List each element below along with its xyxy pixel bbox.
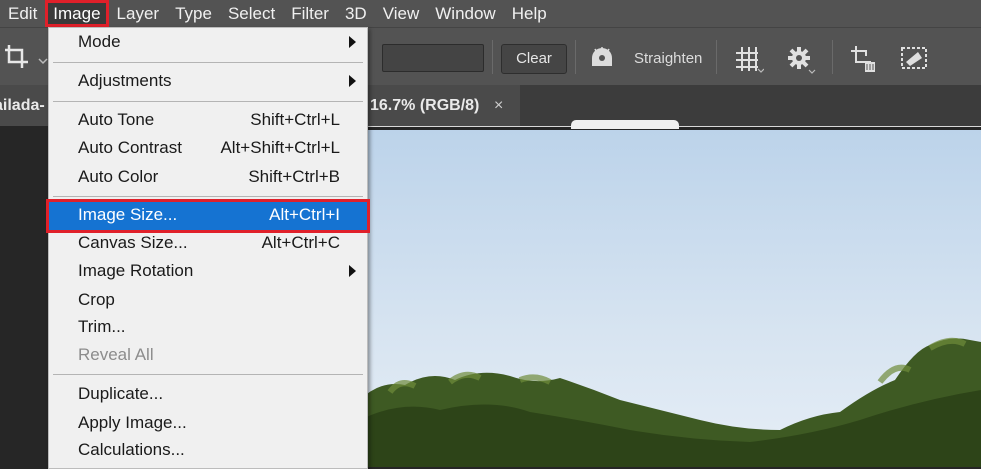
- menu-window[interactable]: Window: [427, 0, 503, 27]
- crop-handle-top[interactable]: [571, 120, 679, 129]
- menu-separator: [53, 196, 363, 197]
- menu-item-trim[interactable]: Trim...: [49, 314, 367, 342]
- menu-type[interactable]: Type: [167, 0, 220, 27]
- menu-item-shortcut: Alt+Shift+Ctrl+L: [220, 138, 340, 157]
- menu-item-auto-tone[interactable]: Auto Tone Shift+Ctrl+L: [49, 107, 367, 135]
- menu-edit[interactable]: Edit: [0, 0, 45, 27]
- menu-item-label: Crop: [78, 290, 115, 309]
- menu-separator: [53, 62, 363, 63]
- chevron-down-icon[interactable]: [38, 52, 48, 70]
- separator: [575, 40, 576, 74]
- menu-item-shortcut: Shift+Ctrl+L: [250, 110, 340, 129]
- tab-title: 16.7% (RGB/8): [370, 97, 480, 114]
- separator: [832, 40, 833, 74]
- menu-separator: [53, 101, 363, 102]
- tab-title: ailada-: [0, 97, 45, 114]
- menu-item-duplicate[interactable]: Duplicate...: [49, 381, 367, 409]
- menu-item-apply-image[interactable]: Apply Image...: [49, 410, 367, 438]
- menu-help[interactable]: Help: [504, 0, 555, 27]
- menu-bar: Edit Image Layer Type Select Filter 3D V…: [0, 0, 981, 27]
- menu-item-label: Trim...: [78, 317, 126, 336]
- separator: [716, 40, 717, 74]
- menu-item-shortcut: Alt+Ctrl+C: [261, 233, 340, 252]
- tab-document-partial[interactable]: ailada-: [0, 85, 48, 126]
- menu-item-shortcut: Alt+Ctrl+I: [269, 205, 340, 224]
- menu-separator: [53, 374, 363, 375]
- menu-filter[interactable]: Filter: [283, 0, 337, 27]
- menu-item-adjustments[interactable]: Adjustments: [49, 68, 367, 96]
- menu-item-label: Auto Color: [78, 167, 159, 186]
- submenu-arrow-icon: [349, 265, 356, 277]
- menu-item-label: Image Size...: [78, 205, 178, 224]
- menu-item-label: Auto Contrast: [78, 138, 182, 157]
- menu-item-image-rotation[interactable]: Image Rotation: [49, 258, 367, 286]
- menu-item-label: Apply Image...: [78, 413, 187, 432]
- menu-item-label: Calculations...: [78, 440, 185, 459]
- menu-item-reveal-all: Reveal All: [49, 342, 367, 370]
- close-icon[interactable]: ×: [494, 85, 503, 126]
- photo-canvas[interactable]: [360, 130, 981, 467]
- gear-icon[interactable]: [787, 46, 817, 79]
- submenu-arrow-icon: [349, 75, 356, 87]
- menu-item-label: Reveal All: [78, 345, 154, 364]
- separator: [492, 40, 493, 74]
- menu-item-label: Mode: [78, 32, 121, 51]
- content-aware-icon[interactable]: [898, 44, 930, 77]
- clear-button[interactable]: Clear: [501, 44, 567, 74]
- delete-cropped-pixels-icon[interactable]: [849, 44, 879, 79]
- menu-item-label: Canvas Size...: [78, 233, 188, 252]
- menu-view[interactable]: View: [375, 0, 428, 27]
- ratio-field[interactable]: [382, 44, 484, 72]
- menu-item-label: Adjustments: [78, 71, 172, 90]
- menu-item-auto-color[interactable]: Auto Color Shift+Ctrl+B: [49, 164, 367, 192]
- menu-item-image-size[interactable]: Image Size... Alt+Ctrl+I: [46, 199, 370, 233]
- menu-item-calculations[interactable]: Calculations...: [49, 437, 367, 465]
- straighten-label[interactable]: Straighten: [634, 50, 702, 67]
- menu-item-label: Auto Tone: [78, 110, 155, 129]
- menu-layer[interactable]: Layer: [109, 0, 168, 27]
- submenu-arrow-icon: [349, 36, 356, 48]
- menu-select[interactable]: Select: [220, 0, 283, 27]
- crop-icon[interactable]: [2, 42, 32, 75]
- menu-item-mode[interactable]: Mode: [49, 29, 367, 57]
- menu-item-label: Duplicate...: [78, 384, 164, 403]
- menu-item-label: Image Rotation: [78, 261, 194, 280]
- menu-item-auto-contrast[interactable]: Auto Contrast Alt+Shift+Ctrl+L: [49, 135, 367, 163]
- image-menu-dropdown: Mode Adjustments Auto Tone Shift+Ctrl+L …: [46, 27, 370, 469]
- menu-image[interactable]: Image: [45, 0, 109, 27]
- menu-item-shortcut: Shift+Ctrl+B: [248, 167, 340, 186]
- straighten-icon[interactable]: [588, 46, 616, 75]
- menu-3d[interactable]: 3D: [337, 0, 375, 27]
- grid-overlay-icon[interactable]: [734, 45, 765, 78]
- menu-item-canvas-size[interactable]: Canvas Size... Alt+Ctrl+C: [49, 230, 367, 258]
- tab-document-active[interactable]: 16.7% (RGB/8) ×: [360, 85, 520, 126]
- menu-item-crop[interactable]: Crop: [49, 287, 367, 315]
